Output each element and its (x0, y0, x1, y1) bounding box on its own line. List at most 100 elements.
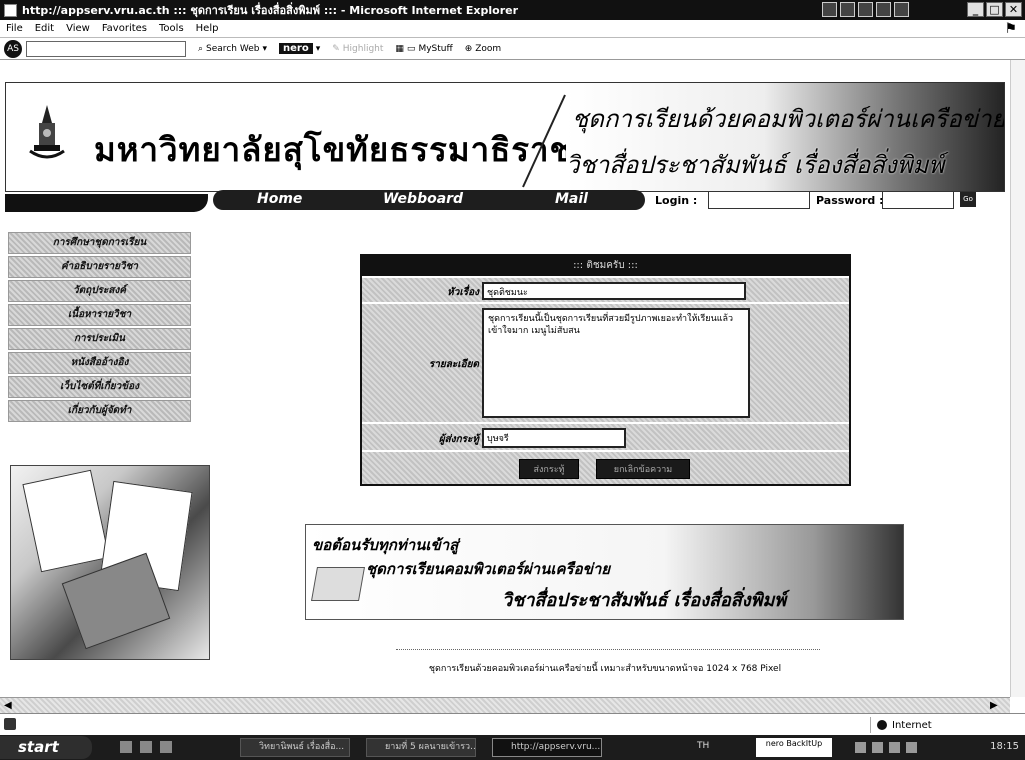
tray-icon[interactable] (855, 742, 866, 753)
reset-button[interactable]: ยกเลิกข้อความ (596, 459, 690, 479)
search-web-button[interactable]: ⌕ Search Web ▾ (198, 44, 267, 54)
feedback-form: ::: ติชมครับ ::: หัวเรื่อง ชุดติชมนะ ราย… (360, 254, 851, 486)
login-label: Login : (655, 194, 698, 207)
menu-help[interactable]: Help (196, 23, 219, 34)
welcome-banner: ขอต้อนรับทุกท่านเข้าสู่ ชุดการเรียนคอมพิ… (305, 524, 904, 620)
quicklaunch-icon[interactable] (160, 741, 172, 753)
login-input[interactable] (708, 191, 810, 209)
sidebar-magazines-image (10, 465, 210, 660)
maximize-button[interactable]: □ (986, 2, 1003, 17)
sidebar-item-about-authors[interactable]: เกี่ยวกับผู้จัดทำ (8, 400, 191, 422)
nav-left-decoration (5, 194, 208, 212)
language-indicator[interactable]: TH (697, 741, 709, 751)
menu-edit[interactable]: Edit (35, 23, 54, 34)
mystuff-button[interactable]: ▦ ▭ MyStuff (395, 44, 452, 54)
windows-flag-icon: ⚑ (1004, 21, 1017, 37)
page-status-icon (4, 718, 16, 730)
chevron-down-icon: ▾ (315, 43, 321, 54)
magazine-cover-shape (22, 469, 110, 573)
security-zone: Internet (870, 717, 1020, 733)
menu-bar: File Edit View Favorites Tools Help ⚑ (0, 20, 1025, 38)
nav-mail-link[interactable]: Mail (555, 191, 588, 207)
welcome-line-2: ชุดการเรียนคอมพิวเตอร์ผ่านเครือข่าย (366, 560, 611, 578)
window-title: http://appserv.vru.ac.th ::: ชุดการเรียน… (22, 4, 519, 17)
detail-textarea[interactable]: ชุดการเรียนนี้เป็นชุดการเรียนที่สวยมีรูป… (482, 308, 750, 418)
nero-label: nero (278, 43, 313, 54)
scrollbar-thumb[interactable] (300, 701, 700, 711)
sender-label: ผู้ส่งกระทู้ (438, 434, 479, 445)
quicklaunch-icon[interactable] (120, 741, 132, 753)
start-button[interactable]: start (0, 736, 92, 759)
navigation-bar: Home Webboard Mail Login : Password : Go (0, 190, 1010, 214)
scroll-left-arrow-icon[interactable]: ◀ (4, 700, 12, 711)
sidebar-item-study-guide[interactable]: การศึกษาชุดการเรียน (8, 232, 191, 254)
quick-icon-4[interactable] (876, 2, 891, 17)
university-name: มหาวิทยาลัยสุโขทัยธรรมาธิราช (94, 130, 573, 169)
pen-icon: ✎ (332, 43, 340, 54)
search-icon: ⌕ (198, 43, 204, 54)
sidebar-item-course-description[interactable]: คำอธิบายรายวิชา (8, 256, 191, 278)
banner-divider-slash (522, 94, 566, 188)
site-header-banner: มหาวิทยาลัยสุโขทัยธรรมาธิราช ชุดการเรียน… (5, 82, 1005, 192)
toolbar-search-input[interactable] (26, 40, 186, 57)
form-row-subject: หัวเรื่อง ชุดติชมนะ (362, 276, 849, 302)
footer-divider (396, 649, 820, 650)
form-row-detail: รายละเอียด ชุดการเรียนนี้เป็นชุดการเรียน… (362, 302, 849, 422)
quick-icon-1[interactable] (822, 2, 837, 17)
taskbar-item-ie[interactable]: http://appserv.vru... (492, 738, 602, 757)
taskbar-item-word-doc[interactable]: วิทยานิพนธ์ เรื่องสื่อ... (240, 738, 350, 757)
globe-icon (877, 720, 887, 730)
sidebar-item-related-sites[interactable]: เว็บไซต์ที่เกี่ยวข้อง (8, 376, 191, 398)
horizontal-scrollbar[interactable]: ◀ ▶ (0, 697, 1010, 713)
menu-favorites[interactable]: Favorites (102, 23, 147, 34)
zoom-button[interactable]: ⊕ Zoom (465, 44, 502, 54)
zone-label: Internet (892, 719, 932, 731)
sidebar-item-objectives[interactable]: วัตถุประสงค์ (8, 280, 191, 302)
quick-icon-3[interactable] (858, 2, 873, 17)
sender-input[interactable]: บุษจรี (482, 428, 626, 448)
taskbar-item-word-doc-2[interactable]: ยามที่ 5 ผลนายเข้ารว... (366, 738, 476, 757)
sidebar-item-references[interactable]: หนังสืออ้างอิง (8, 352, 191, 374)
menu-view[interactable]: View (66, 23, 90, 34)
window-controls: _ □ ✕ (967, 2, 1022, 17)
login-go-button[interactable]: Go (960, 192, 976, 207)
windows-taskbar: start วิทยานิพนธ์ เรื่องสื่อ... ยามที่ 5… (0, 735, 1025, 760)
form-row-sender: ผู้ส่งกระทู้ บุษจรี (362, 422, 849, 450)
quick-icon-5[interactable] (894, 2, 909, 17)
sidebar-item-assessment[interactable]: การประเมิน (8, 328, 191, 350)
page-viewport: มหาวิทยาลัยสุโขทัยธรรมาธิราช ชุดการเรียน… (0, 60, 1010, 697)
zoom-icon: ⊕ (464, 43, 473, 54)
detail-label: รายละเอียด (428, 359, 479, 370)
submit-button[interactable]: ส่งกระทู้ (519, 459, 579, 479)
search-web-label: Search Web (206, 43, 260, 54)
menu-file[interactable]: File (6, 23, 23, 34)
subject-input[interactable]: ชุดติชมนะ (482, 282, 746, 300)
nav-home-link[interactable]: Home (257, 191, 302, 207)
nav-webboard-link[interactable]: Webboard (383, 191, 463, 207)
tray-icon[interactable] (889, 742, 900, 753)
sidebar-menu: การศึกษาชุดการเรียน คำอธิบายรายวิชา วัตถ… (8, 232, 191, 424)
form-row-buttons: ส่งกระทู้ ยกเลิกข้อความ (362, 450, 849, 484)
tray-icon[interactable] (872, 742, 883, 753)
university-seal-logo (29, 105, 65, 159)
minimize-button[interactable]: _ (967, 2, 984, 17)
volume-icon[interactable] (906, 742, 917, 753)
taskbar-clock: 18:15 (990, 741, 1019, 752)
quick-icon-2[interactable] (840, 2, 855, 17)
subject-label: หัวเรื่อง (447, 287, 479, 298)
close-button[interactable]: ✕ (1005, 2, 1022, 17)
mystuff-label: MyStuff (418, 43, 453, 54)
ie-window-icon[interactable] (4, 3, 17, 17)
highlight-button[interactable]: ✎ Highlight (332, 44, 383, 54)
password-input[interactable] (882, 191, 954, 209)
ask-logo-button[interactable]: AS (4, 39, 22, 58)
nero-tray-button[interactable]: nero BackItUp (756, 738, 832, 757)
vertical-scrollbar[interactable] (1010, 60, 1025, 697)
sidebar-item-content[interactable]: เนื้อหารายวิชา (8, 304, 191, 326)
zoom-label: Zoom (475, 43, 502, 54)
nero-button[interactable]: nero ▾ (278, 43, 321, 54)
quicklaunch-icon[interactable] (140, 741, 152, 753)
welcome-line-1: ขอต้อนรับทุกท่านเข้าสู่ (312, 536, 459, 554)
scroll-right-arrow-icon[interactable]: ▶ (990, 700, 998, 711)
menu-tools[interactable]: Tools (159, 23, 184, 34)
